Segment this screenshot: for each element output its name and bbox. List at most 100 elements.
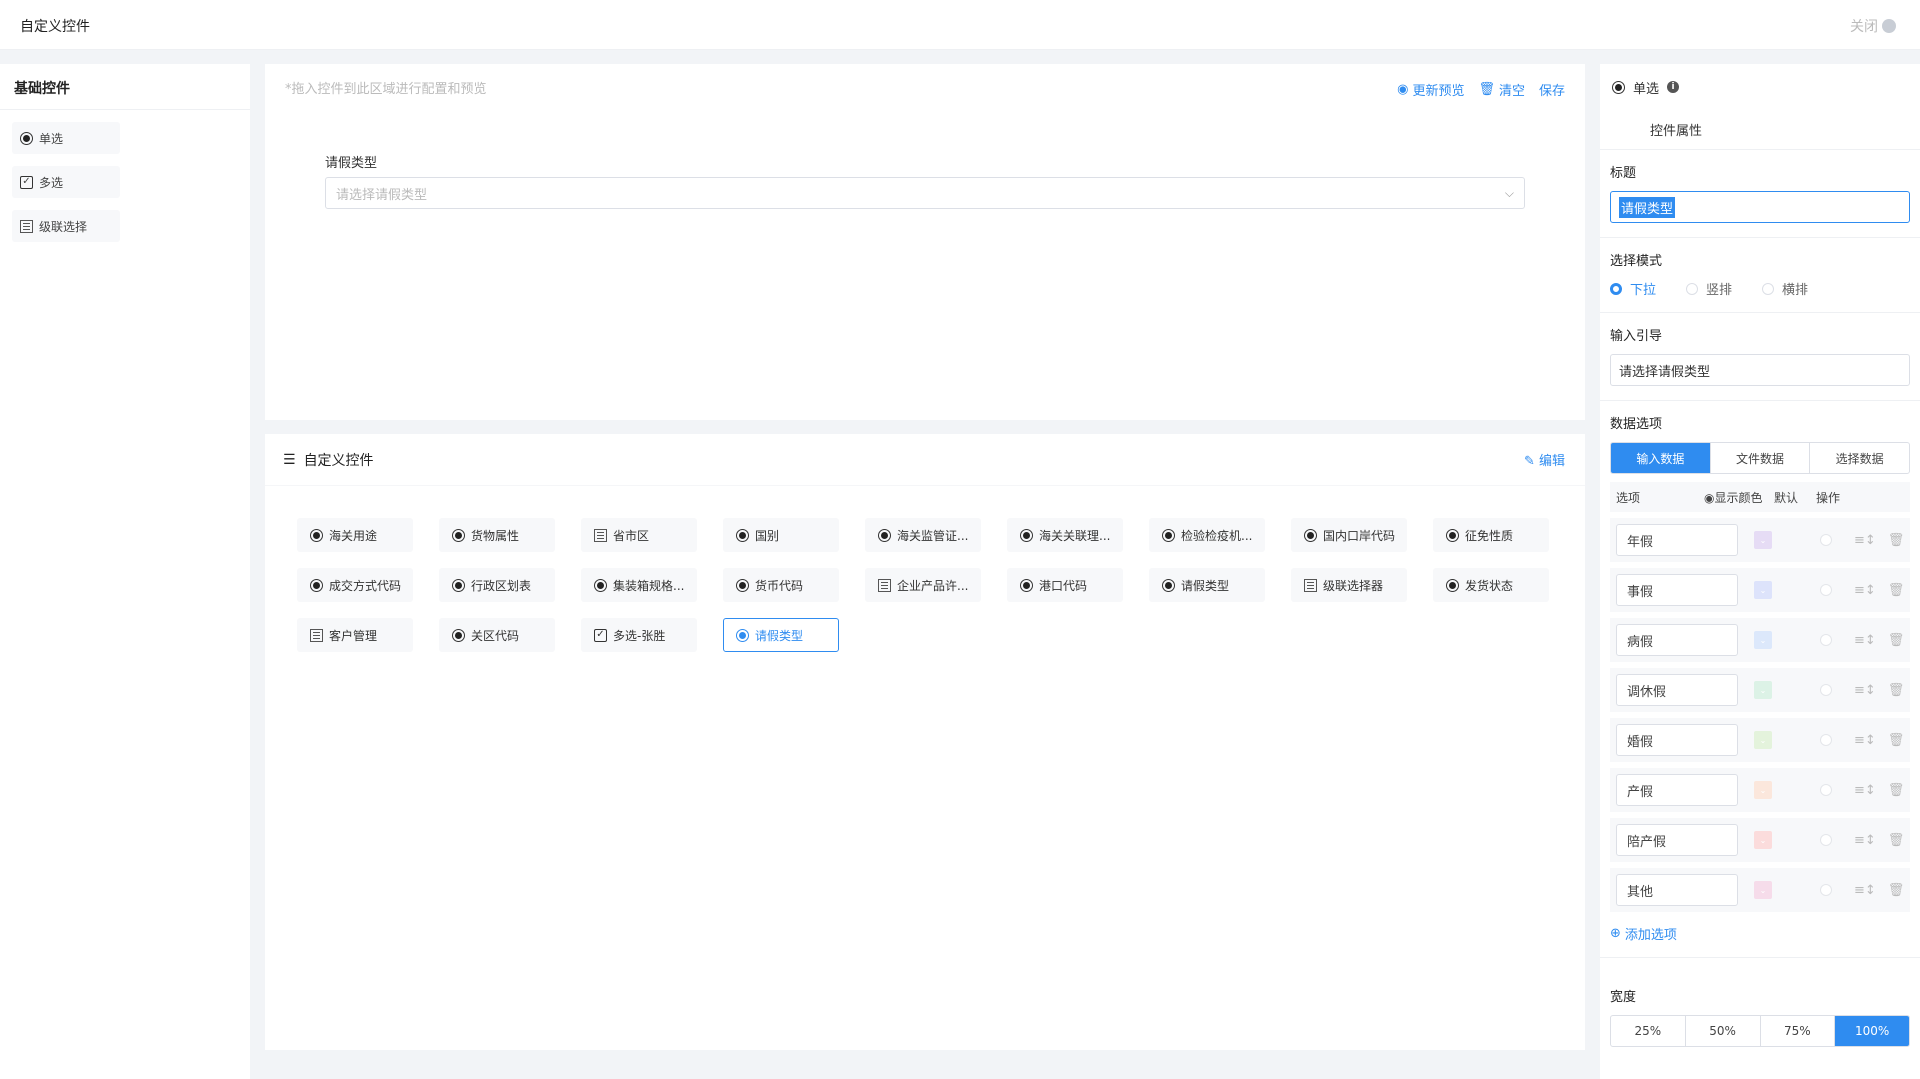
default-radio[interactable] bbox=[1820, 834, 1832, 846]
width-50[interactable]: 50% bbox=[1686, 1016, 1761, 1046]
custom-control-item[interactable]: 货物属性 bbox=[439, 518, 555, 552]
sort-icon[interactable]: ≡↕ bbox=[1854, 533, 1876, 548]
close-button[interactable]: 关闭 bbox=[1850, 16, 1896, 36]
custom-control-item[interactable]: 成交方式代码 bbox=[297, 568, 413, 602]
info-icon[interactable]: i bbox=[1667, 81, 1680, 93]
default-radio[interactable] bbox=[1820, 884, 1832, 896]
default-radio[interactable] bbox=[1820, 534, 1832, 546]
custom-control-item[interactable]: 征免性质 bbox=[1433, 518, 1549, 552]
color-swatch[interactable]: ⌄ bbox=[1754, 731, 1772, 749]
add-option-button[interactable]: ⊕ 添加选项 bbox=[1610, 924, 1910, 943]
custom-control-item[interactable]: 国别 bbox=[723, 518, 839, 552]
custom-control-item[interactable]: 集装箱规格... bbox=[581, 568, 697, 602]
custom-control-item[interactable]: 请假类型 bbox=[1149, 568, 1265, 602]
option-row: 陪产假 ⌄ ≡↕ 🗑 bbox=[1610, 818, 1910, 862]
option-input[interactable]: 调休假 bbox=[1616, 674, 1738, 706]
option-input[interactable]: 病假 bbox=[1616, 624, 1738, 656]
radio-icon bbox=[452, 528, 465, 542]
tab-select-data[interactable]: 选择数据 bbox=[1810, 443, 1909, 473]
option-input[interactable]: 其他 bbox=[1616, 874, 1738, 906]
basic-control-checkbox[interactable]: ✓ 多选 bbox=[12, 166, 120, 198]
default-radio[interactable] bbox=[1820, 784, 1832, 796]
option-input[interactable]: 产假 bbox=[1616, 774, 1738, 806]
color-swatch[interactable]: ⌄ bbox=[1754, 831, 1772, 849]
custom-control-item[interactable]: 港口代码 bbox=[1007, 568, 1123, 602]
cascade-icon bbox=[878, 578, 891, 592]
color-swatch[interactable]: ⌄ bbox=[1754, 681, 1772, 699]
trash-icon[interactable]: 🗑 bbox=[1888, 633, 1905, 648]
sort-icon[interactable]: ≡↕ bbox=[1854, 883, 1876, 898]
clear-button[interactable]: 🗑 清空 bbox=[1478, 80, 1525, 99]
save-button[interactable]: 保存 bbox=[1539, 80, 1565, 99]
trash-icon[interactable]: 🗑 bbox=[1888, 733, 1905, 748]
tab-control-properties[interactable]: 控件属性 bbox=[1600, 110, 1920, 150]
page-title: 自定义控件 bbox=[20, 19, 90, 35]
sort-icon[interactable]: ≡↕ bbox=[1854, 683, 1876, 698]
option-input[interactable]: 年假 bbox=[1616, 524, 1738, 556]
radio-icon bbox=[1304, 528, 1317, 542]
default-radio[interactable] bbox=[1820, 684, 1832, 696]
basic-control-label: 多选 bbox=[39, 175, 64, 190]
default-radio[interactable] bbox=[1820, 634, 1832, 646]
guide-input[interactable]: 请选择请假类型 bbox=[1610, 354, 1910, 386]
basic-control-radio[interactable]: 单选 bbox=[12, 122, 120, 154]
color-swatch[interactable]: ⌄ bbox=[1754, 881, 1772, 899]
refresh-preview-button[interactable]: ◉ 更新预览 bbox=[1397, 80, 1464, 99]
option-row: 年假 ⌄ ≡↕ 🗑 bbox=[1610, 518, 1910, 562]
trash-icon[interactable]: 🗑 bbox=[1888, 583, 1905, 598]
option-input[interactable]: 陪产假 bbox=[1616, 824, 1738, 856]
trash-icon[interactable]: 🗑 bbox=[1888, 533, 1905, 548]
custom-control-item[interactable]: 客户管理 bbox=[297, 618, 413, 652]
custom-control-item[interactable]: 省市区 bbox=[581, 518, 697, 552]
custom-control-item[interactable]: 关区代码 bbox=[439, 618, 555, 652]
custom-control-item[interactable]: 货币代码 bbox=[723, 568, 839, 602]
custom-control-item[interactable]: 请假类型 bbox=[723, 618, 839, 652]
sort-icon[interactable]: ≡↕ bbox=[1854, 583, 1876, 598]
color-swatch[interactable]: ⌄ bbox=[1754, 631, 1772, 649]
sort-icon[interactable]: ≡↕ bbox=[1854, 783, 1876, 798]
width-100[interactable]: 100% bbox=[1835, 1016, 1909, 1046]
mode-radio-vertical[interactable]: 竖排 bbox=[1686, 279, 1732, 298]
custom-controls-grid: 海关用途 货物属性 省市区 国别 海关监管证... 海关关联理... 检验检疫机... 国内口… bbox=[265, 486, 1585, 684]
custom-control-item[interactable]: 企业产品许... bbox=[865, 568, 981, 602]
trash-icon[interactable]: 🗑 bbox=[1888, 783, 1905, 798]
custom-control-item[interactable]: 行政区划表 bbox=[439, 568, 555, 602]
preview-select[interactable]: 请选择请假类型 ⌵ bbox=[325, 177, 1525, 209]
sort-icon[interactable]: ≡↕ bbox=[1854, 733, 1876, 748]
color-swatch[interactable]: ⌄ bbox=[1754, 781, 1772, 799]
custom-control-item[interactable]: 发货状态 bbox=[1433, 568, 1549, 602]
custom-control-item[interactable]: 级联选择器 bbox=[1291, 568, 1407, 602]
radio-icon bbox=[878, 528, 891, 542]
custom-control-item[interactable]: 海关监管证... bbox=[865, 518, 981, 552]
custom-control-item[interactable]: 检验检疫机... bbox=[1149, 518, 1265, 552]
option-input[interactable]: 婚假 bbox=[1616, 724, 1738, 756]
mode-radio-horizontal[interactable]: 横排 bbox=[1762, 279, 1808, 298]
tab-file-data[interactable]: 文件数据 bbox=[1711, 443, 1811, 473]
basic-control-cascade[interactable]: 级联选择 bbox=[12, 210, 120, 242]
width-25[interactable]: 25% bbox=[1611, 1016, 1686, 1046]
custom-control-label: 请假类型 bbox=[1181, 578, 1230, 593]
edit-button[interactable]: ✎ 编辑 bbox=[1524, 450, 1565, 469]
default-radio[interactable] bbox=[1820, 734, 1832, 746]
custom-control-item[interactable]: ✓ 多选-张胜 bbox=[581, 618, 697, 652]
width-75[interactable]: 75% bbox=[1761, 1016, 1836, 1046]
option-input-value: 婚假 bbox=[1627, 734, 1654, 750]
tab-input-data[interactable]: 输入数据 bbox=[1611, 443, 1711, 473]
trash-icon[interactable]: 🗑 bbox=[1888, 683, 1905, 698]
option-row: 其他 ⌄ ≡↕ 🗑 bbox=[1610, 868, 1910, 912]
title-input[interactable]: 请假类型 bbox=[1610, 191, 1910, 223]
custom-control-item[interactable]: 海关用途 bbox=[297, 518, 413, 552]
color-swatch[interactable]: ⌄ bbox=[1754, 581, 1772, 599]
sort-icon[interactable]: ≡↕ bbox=[1854, 833, 1876, 848]
custom-control-item[interactable]: 海关关联理... bbox=[1007, 518, 1123, 552]
preview-area[interactable]: *拖入控件到此区域进行配置和预览 ◉ 更新预览 🗑 清空 保存 请假类型 请选择请假… bbox=[265, 64, 1585, 420]
mode-radio-dropdown[interactable]: 下拉 bbox=[1610, 279, 1656, 298]
custom-control-item[interactable]: 国内口岸代码 bbox=[1291, 518, 1407, 552]
color-swatch[interactable]: ⌄ bbox=[1754, 531, 1772, 549]
default-radio[interactable] bbox=[1820, 584, 1832, 596]
trash-icon[interactable]: 🗑 bbox=[1888, 833, 1905, 848]
trash-icon[interactable]: 🗑 bbox=[1888, 883, 1905, 898]
sort-icon[interactable]: ≡↕ bbox=[1854, 633, 1876, 648]
data-source-tabs: 输入数据 文件数据 选择数据 bbox=[1610, 442, 1910, 474]
option-input[interactable]: 事假 bbox=[1616, 574, 1738, 606]
